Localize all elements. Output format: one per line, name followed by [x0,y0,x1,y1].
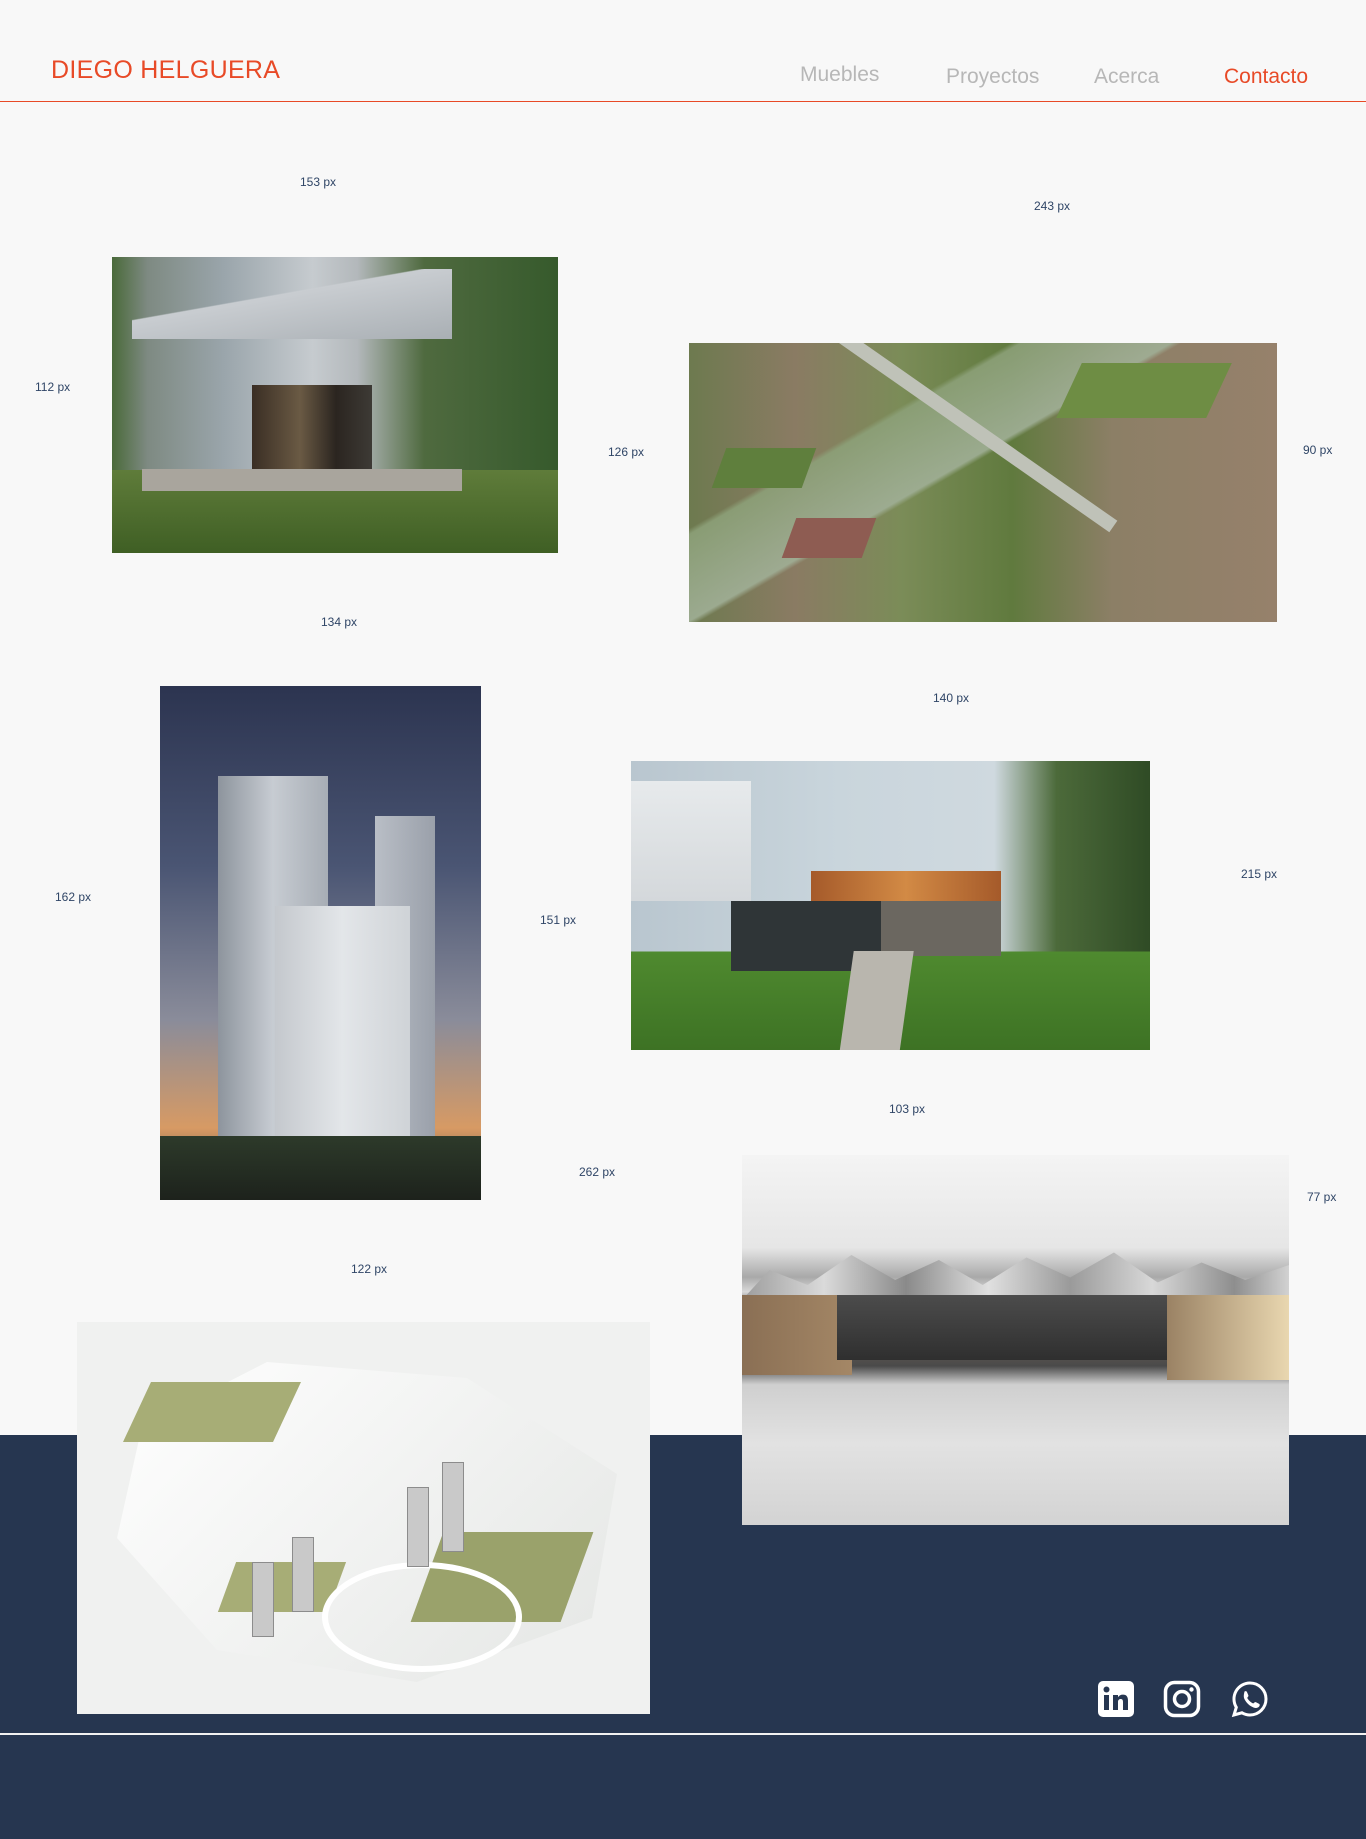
project-image-museum[interactable] [742,1155,1289,1525]
spacing-label: 162 px [55,890,92,904]
spacing-label: 262 px [579,1165,616,1179]
spacing-label: 90 px [1303,443,1333,457]
footer-divider [0,1733,1366,1735]
project-image-masterplan[interactable] [77,1322,650,1714]
nav-acerca[interactable]: Acerca [1094,65,1159,89]
whatsapp-icon[interactable] [1231,1680,1269,1718]
nav-contacto[interactable]: Contacto [1224,65,1308,89]
project-image-cabin[interactable] [112,257,558,553]
site-logo-link[interactable]: DIEGO HELGUERA [51,56,280,85]
spacing-label: 126 px [608,445,645,459]
spacing-label: 103 px [889,1102,926,1116]
spacing-label: 140 px [933,691,970,705]
instagram-icon[interactable] [1163,1680,1201,1718]
project-image-house[interactable] [631,761,1150,1050]
linkedin-icon[interactable] [1097,1680,1135,1718]
spacing-label: 215 px [1241,867,1278,881]
spacing-label: 112 px [35,380,71,394]
spacing-label: 243 px [1034,199,1071,213]
spacing-label: 77 px [1307,1190,1337,1204]
project-image-tower[interactable] [160,686,481,1200]
nav-proyectos[interactable]: Proyectos [946,65,1039,89]
spacing-label: 122 px [351,1262,388,1276]
spacing-label: 134 px [321,615,358,629]
header-divider [0,101,1366,102]
project-image-aerial-site[interactable] [689,343,1277,622]
spacing-label: 151 px [540,913,577,927]
nav-muebles[interactable]: Muebles [800,63,879,87]
spacing-label: 153 px [300,175,337,189]
